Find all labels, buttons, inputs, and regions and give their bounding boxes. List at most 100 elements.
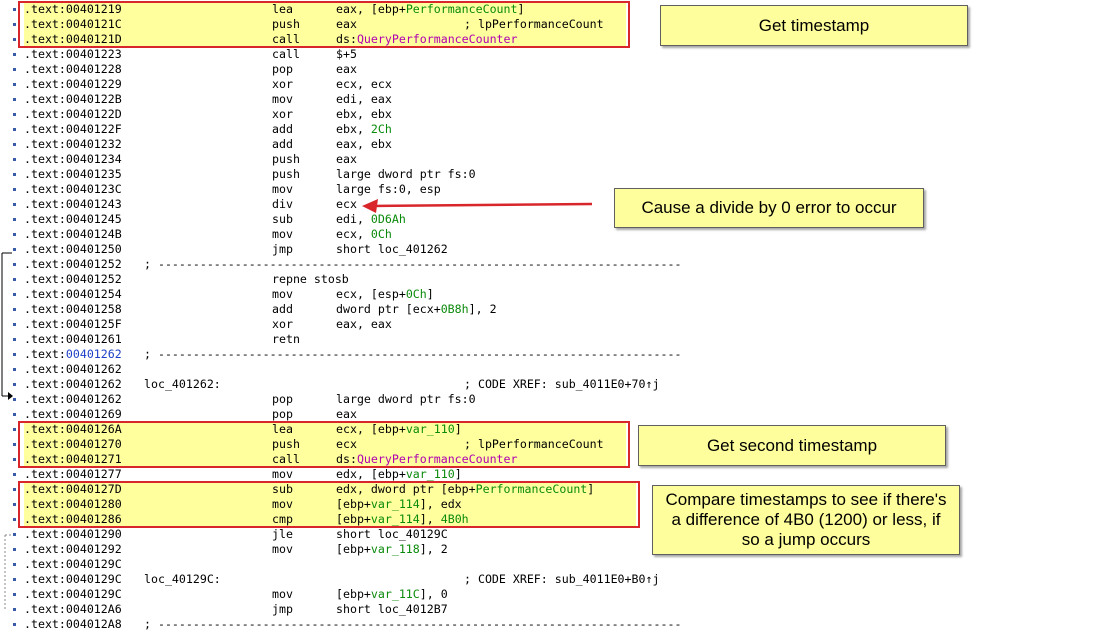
listing-line[interactable]: .text:00401262 loc_401262:; CODE XREF: su… xyxy=(24,377,784,392)
listing-line[interactable]: .text:0040129C xyxy=(24,557,784,572)
listing-line[interactable]: .text:0040129C mov [ebp+var_11C], 0 xyxy=(24,587,784,602)
listing-line[interactable]: .text:00401232 add eax, ebx xyxy=(24,137,784,152)
gutter-dot xyxy=(13,443,16,446)
operand-text: eax xyxy=(336,62,357,76)
note-get-second-timestamp: Get second timestamp xyxy=(638,425,946,466)
address-value: 00401290 xyxy=(65,527,122,541)
code-label[interactable]: loc_401262: xyxy=(144,377,221,392)
mnemonic: pop xyxy=(272,407,293,421)
variable-name[interactable]: var_118 xyxy=(371,542,420,556)
address-value: 00401269 xyxy=(65,407,122,421)
listing-line[interactable]: .text:00401262; ------------------------… xyxy=(24,347,784,362)
segment-prefix: .text: xyxy=(24,287,66,301)
line-address: .text:00401258 xyxy=(24,302,144,317)
mnemonic: jle xyxy=(272,527,293,541)
operands: eax, eax xyxy=(336,317,392,332)
segment-prefix: .text: xyxy=(24,122,66,136)
address-value: 00401277 xyxy=(65,467,122,481)
listing-line[interactable]: .text:00401235 push large dword ptr fs:0 xyxy=(24,167,784,182)
address-value: 00401261 xyxy=(65,332,122,346)
operand-text: ], 0 xyxy=(419,587,448,601)
line-address: .text:00401252 xyxy=(24,272,144,287)
operand-text: [ebp+ xyxy=(336,542,371,556)
operands: edi, eax xyxy=(336,92,392,107)
operand-text: short loc_4012B7 xyxy=(336,602,448,616)
segment-prefix: .text: xyxy=(24,242,66,256)
code-label[interactable]: loc_40129C: xyxy=(144,572,221,587)
listing-line[interactable]: .text:0040125F xor eax, eax xyxy=(24,317,784,332)
mnemonic: mov xyxy=(272,467,293,481)
line-address: .text:0040123C xyxy=(24,182,144,197)
listing-line[interactable]: .text:00401262 pop large dword ptr fs:0 xyxy=(24,392,784,407)
segment-prefix: .text: xyxy=(24,347,66,361)
mnemonic: mov xyxy=(272,542,293,556)
arrow-to-div-instruction xyxy=(362,199,593,213)
variable-name[interactable]: var_11C xyxy=(371,587,420,601)
operand-text: edx, [ebp+ xyxy=(336,467,406,481)
gutter-dot xyxy=(13,503,16,506)
operands: edx, [ebp+var_110] xyxy=(336,467,462,482)
highlight-box-second-timestamp xyxy=(18,421,630,468)
address-value: 00401229 xyxy=(65,77,122,91)
line-address: .text:004012A8 xyxy=(24,617,144,632)
listing-line[interactable]: .text:00401250 jmp short loc_401262 xyxy=(24,242,784,257)
address-value: 00401262 xyxy=(65,377,122,391)
segment-prefix: .text: xyxy=(24,257,66,271)
note-divide-by-zero: Cause a divide by 0 error to occur xyxy=(614,188,924,228)
operands: ebx, 2Ch xyxy=(336,122,392,137)
listing-line[interactable]: .text:00401262 xyxy=(24,362,784,377)
listing-line[interactable]: .text:00401228 pop eax xyxy=(24,62,784,77)
listing-line[interactable]: .text:004012A8; ------------------------… xyxy=(24,617,784,632)
operand-text: ecx, xyxy=(336,227,371,241)
listing-line[interactable]: .text:00401229 xor ecx, ecx xyxy=(24,77,784,92)
listing-line[interactable]: .text:00401223 call $+5 xyxy=(24,47,784,62)
listing-line[interactable]: .text:00401252; ------------------------… xyxy=(24,257,784,272)
listing-line[interactable]: .text:00401261 retn xyxy=(24,332,784,347)
gutter-dot xyxy=(13,83,16,86)
operand-text: [ebp+ xyxy=(336,587,371,601)
operand-text: large dword ptr fs:0 xyxy=(336,392,476,406)
mnemonic: jmp xyxy=(272,242,293,256)
operands: ebx, ebx xyxy=(336,107,392,122)
line-address: .text:0040129C xyxy=(24,587,144,602)
listing-line[interactable]: .text:00401277 mov edx, [ebp+var_110] xyxy=(24,467,784,482)
variable-name[interactable]: var_110 xyxy=(406,467,455,481)
gutter-dot xyxy=(13,218,16,221)
listing-line[interactable]: .text:0040122B mov edi, eax xyxy=(24,92,784,107)
address-value: 00401234 xyxy=(65,152,122,166)
operand-text: short loc_40129C xyxy=(336,527,448,541)
listing-line[interactable]: .text:0040122F add ebx, 2Ch xyxy=(24,122,784,137)
operands: dword ptr [ecx+0B8h], 2 xyxy=(336,302,497,317)
segment-prefix: .text: xyxy=(24,302,66,316)
listing-line[interactable]: .text:004012A6 jmp short loc_4012B7 xyxy=(24,602,784,617)
address-value: 00401223 xyxy=(65,47,122,61)
mnemonic: pop xyxy=(272,62,293,76)
operand-text: ebx, ebx xyxy=(336,107,392,121)
operands: eax xyxy=(336,62,357,77)
segment-prefix: .text: xyxy=(24,182,66,196)
segment-prefix: .text: xyxy=(24,92,66,106)
listing-line[interactable]: .text:00401258 add dword ptr [ecx+0B8h], 2 xyxy=(24,302,784,317)
segment-prefix: .text: xyxy=(24,137,66,151)
mnemonic: xor xyxy=(272,317,293,331)
address-value: 00401235 xyxy=(65,167,122,181)
listing-line[interactable]: .text:0040122D xor ebx, ebx xyxy=(24,107,784,122)
line-address: .text:0040122B xyxy=(24,92,144,107)
operand-text: ebx, xyxy=(336,122,371,136)
operand-text: ] xyxy=(426,287,434,301)
listing-line[interactable]: .text:0040124B mov ecx, 0Ch xyxy=(24,227,784,242)
mnemonic: retn xyxy=(272,332,300,346)
segment-prefix: .text: xyxy=(24,167,66,181)
operands: short loc_4012B7 xyxy=(336,602,448,617)
gutter-dot xyxy=(13,113,16,116)
listing-line[interactable]: .text:00401234 push eax xyxy=(24,152,784,167)
listing-line[interactable]: .text:00401254 mov ecx, [esp+0Ch] xyxy=(24,287,784,302)
listing-line[interactable]: .text:00401269 pop eax xyxy=(24,407,784,422)
segment-prefix: .text: xyxy=(24,407,66,421)
operands: eax, ebx xyxy=(336,137,392,152)
listing-line[interactable]: .text:0040129C loc_40129C:; CODE XREF: su… xyxy=(24,572,784,587)
note-get-timestamp: Get timestamp xyxy=(660,5,968,46)
segment-prefix: .text: xyxy=(24,212,66,226)
line-address: .text:00401292 xyxy=(24,542,144,557)
listing-line[interactable]: .text:00401252 repne stosb xyxy=(24,272,784,287)
